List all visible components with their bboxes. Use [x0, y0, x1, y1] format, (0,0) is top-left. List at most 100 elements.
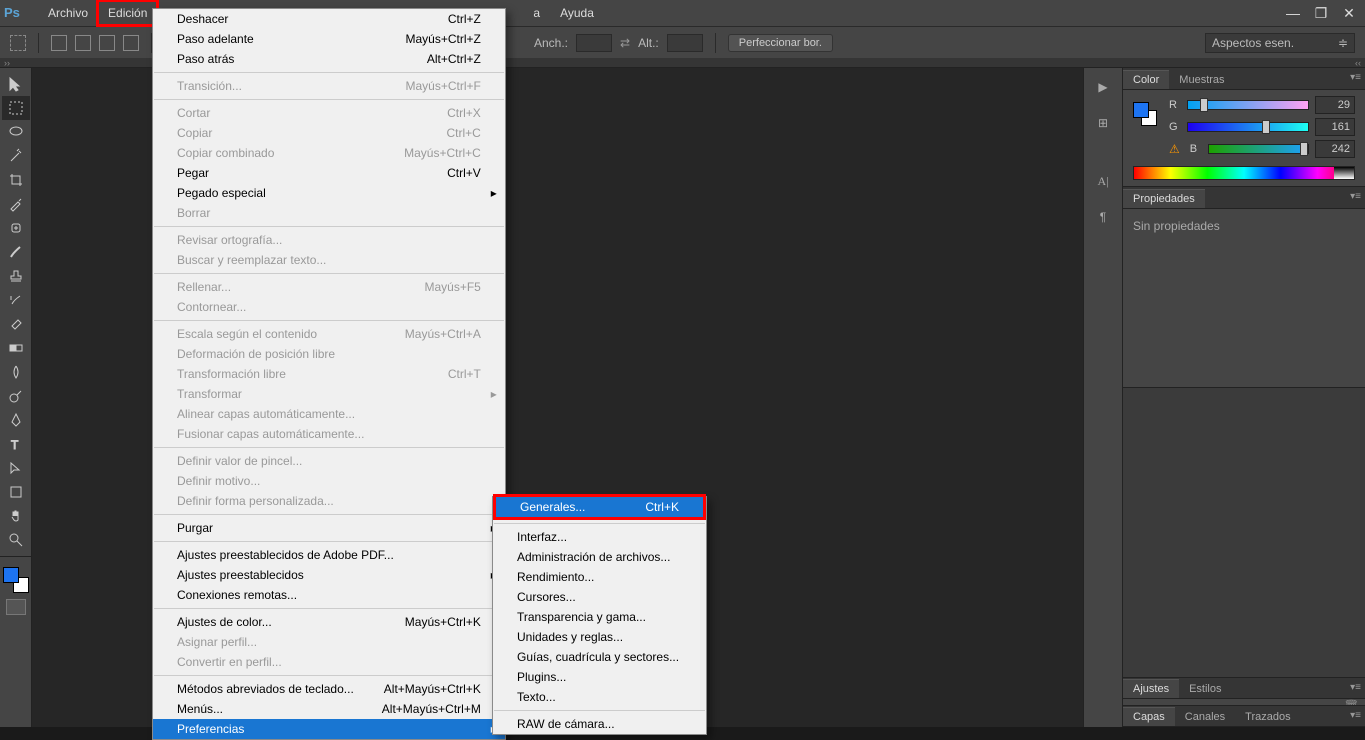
- mode-int-icon[interactable]: [123, 35, 139, 51]
- mode-add-icon[interactable]: [75, 35, 91, 51]
- submenu-item[interactable]: Unidades y reglas...: [493, 627, 706, 647]
- menu-item[interactable]: Paso atrásAlt+Ctrl+Z: [153, 49, 505, 69]
- menu-item[interactable]: Purgar▸: [153, 518, 505, 538]
- panel-icon-1[interactable]: ⊞: [1091, 112, 1115, 134]
- panel-menu-icon[interactable]: ▾≡: [1350, 72, 1361, 83]
- menu-item[interactable]: Métodos abreviados de teclado...Alt+Mayú…: [153, 679, 505, 699]
- menu-item: Transición...Mayús+Ctrl+F: [153, 76, 505, 96]
- close-button[interactable]: ✕: [1335, 2, 1363, 24]
- mode-new-icon[interactable]: [51, 35, 67, 51]
- submenu-item[interactable]: Guías, cuadrícula y sectores...: [493, 647, 706, 667]
- panel-menu-icon[interactable]: ▾≡: [1350, 682, 1361, 693]
- gradient-tool[interactable]: [2, 336, 30, 360]
- submenu-item[interactable]: Interfaz...: [493, 527, 706, 547]
- workspace-select[interactable]: Aspectos esen. ≑: [1205, 33, 1355, 53]
- history-brush-tool[interactable]: [2, 288, 30, 312]
- menu-edicion[interactable]: Edición: [98, 1, 157, 25]
- zoom-tool[interactable]: [2, 528, 30, 552]
- g-slider[interactable]: [1187, 122, 1309, 132]
- wand-tool[interactable]: [2, 144, 30, 168]
- eyedropper-tool[interactable]: [2, 192, 30, 216]
- tab-swatches[interactable]: Muestras: [1169, 71, 1234, 89]
- para-icon[interactable]: ¶: [1091, 206, 1115, 228]
- menu-item[interactable]: Pegado especial▸: [153, 183, 505, 203]
- g-label: G: [1169, 121, 1181, 133]
- move-tool[interactable]: [2, 72, 30, 96]
- tab-color[interactable]: Color: [1123, 70, 1169, 89]
- height-label: Alt.:: [638, 36, 659, 50]
- menu-item[interactable]: Ajustes preestablecidos▸: [153, 565, 505, 585]
- maximize-button[interactable]: ❐: [1307, 2, 1335, 24]
- menu-item[interactable]: Preferencias▸: [153, 719, 505, 739]
- tab-estilos[interactable]: Estilos: [1179, 680, 1231, 698]
- color-swatch-pair[interactable]: [3, 567, 29, 593]
- g-value[interactable]: 161: [1315, 118, 1355, 136]
- panel-menu-icon[interactable]: ▾≡: [1350, 191, 1361, 202]
- shape-tool[interactable]: [2, 480, 30, 504]
- submenu-item[interactable]: Rendimiento...: [493, 567, 706, 587]
- stamp-tool[interactable]: [2, 264, 30, 288]
- mode-sub-icon[interactable]: [99, 35, 115, 51]
- char-icon[interactable]: A|: [1091, 170, 1115, 192]
- submenu-item[interactable]: Cursores...: [493, 587, 706, 607]
- panel-menu-icon[interactable]: ▾≡: [1350, 710, 1361, 721]
- b-value[interactable]: 242: [1315, 140, 1355, 158]
- submenu-item[interactable]: Administración de archivos...: [493, 547, 706, 567]
- gamut-warning-icon[interactable]: ⚠: [1169, 142, 1180, 156]
- submenu-item[interactable]: Plugins...: [493, 667, 706, 687]
- play-icon[interactable]: ▶: [1091, 76, 1115, 98]
- menu-item[interactable]: PegarCtrl+V: [153, 163, 505, 183]
- crop-tool[interactable]: [2, 168, 30, 192]
- type-tool[interactable]: T: [2, 432, 30, 456]
- width-label: Anch.:: [534, 36, 568, 50]
- menu-item: Transformar▸: [153, 384, 505, 404]
- menu-ayuda[interactable]: Ayuda: [550, 1, 604, 25]
- path-select-tool[interactable]: [2, 456, 30, 480]
- tab-capas[interactable]: Capas: [1123, 707, 1175, 726]
- tab-canales[interactable]: Canales: [1175, 708, 1235, 726]
- heal-tool[interactable]: [2, 216, 30, 240]
- menu-item: Escala según el contenidoMayús+Ctrl+A: [153, 324, 505, 344]
- height-input[interactable]: [667, 34, 703, 52]
- swap-icon[interactable]: ⇄: [620, 36, 630, 50]
- dodge-tool[interactable]: [2, 384, 30, 408]
- menu-item[interactable]: Menús...Alt+Mayús+Ctrl+M: [153, 699, 505, 719]
- menu-item[interactable]: Ajustes preestablecidos de Adobe PDF...: [153, 545, 505, 565]
- menu-item: Buscar y reemplazar texto...: [153, 250, 505, 270]
- b-slider[interactable]: [1208, 144, 1309, 154]
- color-panel: Color Muestras ▾≡: [1123, 68, 1365, 187]
- blur-tool[interactable]: [2, 360, 30, 384]
- lasso-tool[interactable]: [2, 120, 30, 144]
- menu-item[interactable]: Ajustes de color...Mayús+Ctrl+K: [153, 612, 505, 632]
- submenu-item[interactable]: Generales...Ctrl+K: [496, 497, 703, 517]
- menu-item[interactable]: DeshacerCtrl+Z: [153, 9, 505, 29]
- preferences-submenu: Generales...Ctrl+K Interfaz...Administrac…: [492, 496, 707, 735]
- tab-properties[interactable]: Propiedades: [1123, 189, 1205, 208]
- menu-item: Definir valor de pincel...: [153, 451, 505, 471]
- hand-tool[interactable]: [2, 504, 30, 528]
- submenu-item[interactable]: RAW de cámara...: [493, 714, 706, 734]
- panel-color-swatch[interactable]: [1133, 102, 1157, 126]
- menu-partial[interactable]: a: [523, 1, 550, 25]
- r-value[interactable]: 29: [1315, 96, 1355, 114]
- marquee-icon: [10, 35, 26, 51]
- quick-mask-toggle[interactable]: [6, 599, 26, 615]
- width-input[interactable]: [576, 34, 612, 52]
- marquee-tool[interactable]: [2, 96, 30, 120]
- foreground-swatch[interactable]: [3, 567, 19, 583]
- eraser-tool[interactable]: [2, 312, 30, 336]
- tab-trazados[interactable]: Trazados: [1235, 708, 1300, 726]
- color-ramp[interactable]: [1133, 166, 1355, 180]
- tab-ajustes[interactable]: Ajustes: [1123, 679, 1179, 698]
- pen-tool[interactable]: [2, 408, 30, 432]
- r-slider[interactable]: [1187, 100, 1309, 110]
- submenu-item[interactable]: Texto...: [493, 687, 706, 707]
- brush-tool[interactable]: [2, 240, 30, 264]
- menu-item[interactable]: Paso adelanteMayús+Ctrl+Z: [153, 29, 505, 49]
- refine-edge-button[interactable]: Perfeccionar bor.: [728, 34, 833, 52]
- menu-item[interactable]: Conexiones remotas...: [153, 585, 505, 605]
- right-dock: ▶ ⊞ A| ¶ Color Muestras ▾≡: [1083, 68, 1365, 727]
- minimize-button[interactable]: —: [1279, 2, 1307, 24]
- menu-archivo[interactable]: Archivo: [38, 1, 98, 25]
- submenu-item[interactable]: Transparencia y gama...: [493, 607, 706, 627]
